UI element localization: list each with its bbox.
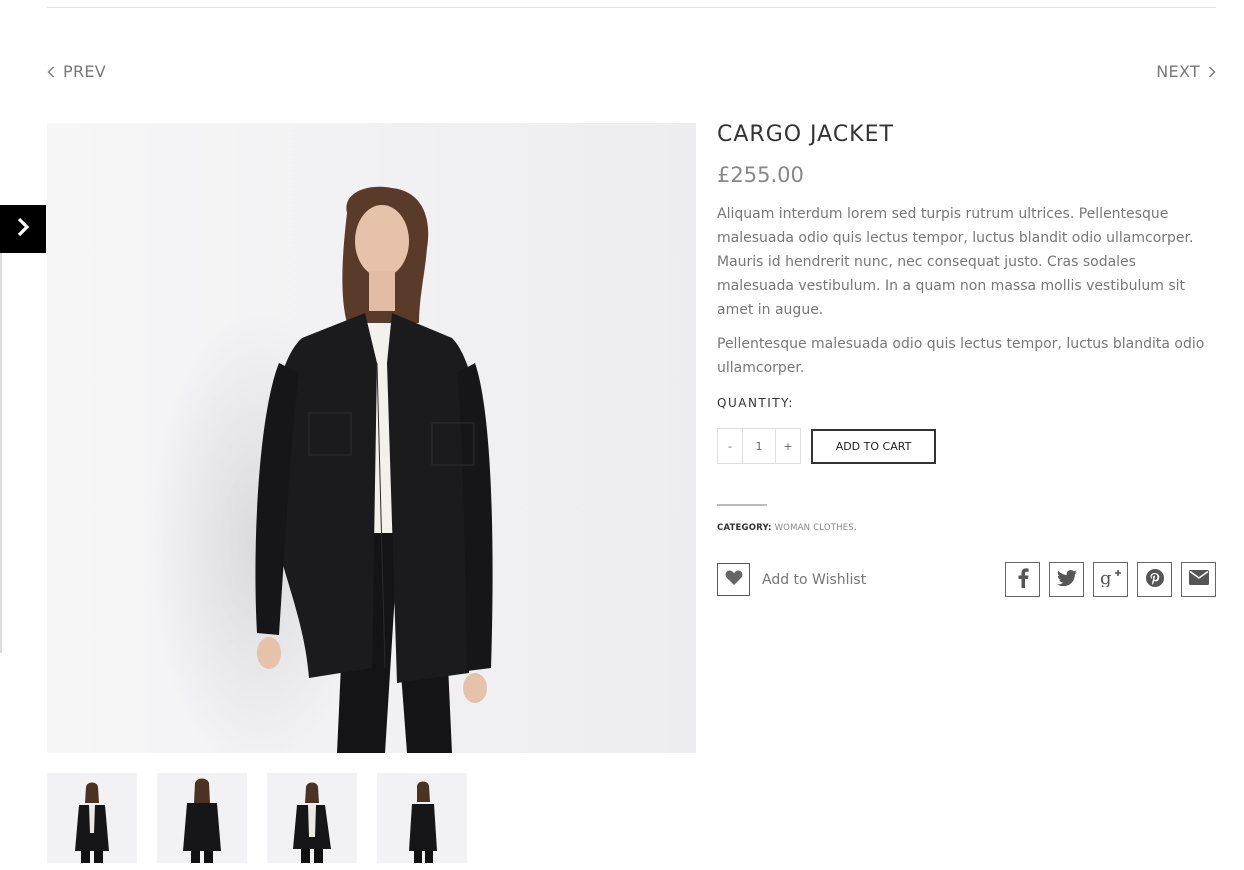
thumbnail-image — [293, 782, 331, 863]
twitter-icon — [1056, 569, 1077, 590]
pinterest-icon — [1145, 568, 1165, 592]
product-navigation: PREV NEXT — [47, 62, 1216, 88]
add-to-cart-button[interactable]: ADD TO CART — [811, 428, 936, 464]
svg-text:g: g — [1100, 569, 1112, 587]
prev-link[interactable]: PREV — [47, 62, 106, 81]
product-price: £255.00 — [717, 163, 804, 187]
thumbnail-front[interactable] — [47, 773, 137, 863]
chevron-right-icon — [15, 217, 31, 241]
share-pinterest-button[interactable] — [1137, 562, 1172, 597]
email-icon — [1188, 570, 1209, 589]
category-label: CATEGORY: — [717, 523, 772, 533]
category-link[interactable]: WOMAN CLOTHES — [775, 523, 854, 533]
quantity-stepper: - + — [717, 428, 801, 464]
chevron-left-icon — [47, 66, 55, 78]
thumbnail-side[interactable] — [377, 773, 467, 863]
quantity-label: QUANTITY: — [717, 396, 794, 410]
share-twitter-button[interactable] — [1049, 562, 1084, 597]
thumbnail-image — [75, 782, 109, 863]
quantity-input[interactable] — [742, 429, 776, 463]
google-plus-icon: g — [1100, 568, 1122, 591]
description-paragraph: Aliquam interdum lorem sed turpis rutrum… — [717, 206, 1194, 318]
side-panel-edge — [0, 253, 2, 653]
quantity-decrease-button[interactable]: - — [718, 429, 742, 463]
category-suffix: . — [853, 523, 857, 533]
facebook-icon — [1017, 567, 1029, 592]
thumbnail-open[interactable] — [267, 773, 357, 863]
product-category: CATEGORY: WOMAN CLOTHES. — [717, 523, 1216, 533]
prev-label: PREV — [63, 62, 107, 81]
thumbnail-image — [183, 778, 221, 863]
share-buttons: g — [1005, 562, 1216, 597]
quantity-increase-button[interactable]: + — [776, 429, 800, 463]
chevron-right-icon — [1208, 66, 1216, 78]
product-title: CARGO JACKET — [717, 122, 894, 147]
heart-icon — [725, 569, 743, 590]
share-email-button[interactable] — [1181, 562, 1216, 597]
thumbnail-image — [409, 781, 437, 863]
side-panel-toggle[interactable] — [0, 205, 46, 253]
product-summary: CARGO JACKET £255.00 Aliquam interdum lo… — [717, 120, 1216, 597]
wishlist-button[interactable] — [717, 563, 750, 596]
model-photo — [47, 123, 696, 753]
main-product-image[interactable] — [47, 123, 696, 753]
product-description: Aliquam interdum lorem sed turpis rutrum… — [717, 202, 1216, 380]
meta-divider — [717, 504, 767, 506]
share-google-plus-button[interactable]: g — [1093, 562, 1128, 597]
top-divider — [47, 7, 1216, 8]
description-paragraph: Pellentesque malesuada odio quis lectus … — [717, 336, 1205, 376]
add-to-cart-row: - + ADD TO CART — [717, 428, 1216, 464]
thumbnail-strip — [47, 773, 467, 863]
wishlist-label[interactable]: Add to Wishlist — [762, 572, 866, 588]
next-link[interactable]: NEXT — [1156, 62, 1216, 81]
share-facebook-button[interactable] — [1005, 562, 1040, 597]
thumbnail-back[interactable] — [157, 773, 247, 863]
next-label: NEXT — [1156, 62, 1200, 81]
product-actions: Add to Wishlist g — [717, 562, 1216, 597]
